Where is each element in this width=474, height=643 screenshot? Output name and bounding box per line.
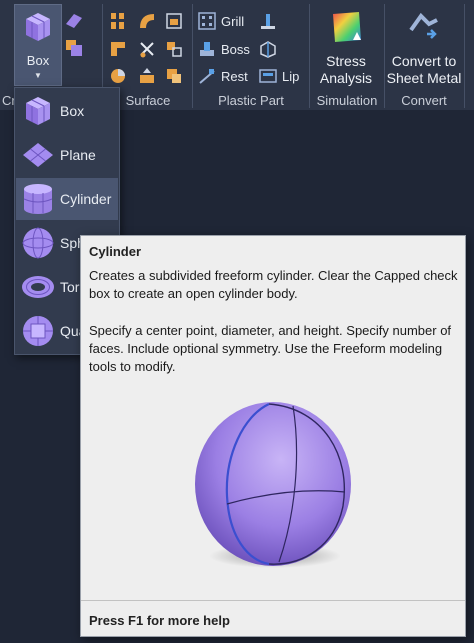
grill-icon	[198, 12, 216, 30]
rib-icon[interactable]	[259, 12, 277, 30]
box-button[interactable]: Box ▼	[14, 4, 62, 86]
boss-label: Boss	[221, 41, 250, 57]
cylinder-tooltip: Cylinder Creates a subdivided freeform c…	[80, 235, 466, 637]
menu-item-box[interactable]: Box	[16, 90, 118, 132]
grill-button[interactable]: Grill	[198, 12, 244, 30]
tooltip-title: Cylinder	[89, 244, 142, 259]
torus-icon	[22, 276, 54, 298]
sweep-icon[interactable]	[165, 12, 183, 30]
tooltip-help-hint: Press F1 for more help	[89, 613, 230, 628]
lip-label: Lip	[282, 68, 300, 84]
convert-panel-label: Convert	[401, 93, 447, 108]
tooltip-description: Creates a subdivided freeform cylinder. …	[89, 268, 458, 301]
box-icon	[26, 13, 50, 41]
cylinder-icon	[23, 184, 53, 214]
shell-icon[interactable]	[259, 40, 277, 58]
trim-icon[interactable]	[138, 40, 156, 58]
extrude-icon[interactable]	[109, 12, 127, 30]
panel-separator	[192, 4, 193, 108]
loft-icon[interactable]	[109, 40, 127, 58]
convert-sheet-metal-button[interactable]: Convert to Sheet Metal	[386, 4, 462, 90]
panel-separator	[464, 4, 465, 108]
sphere-icon	[22, 227, 54, 259]
stress-analysis-label-2: Analysis	[319, 70, 373, 86]
menu-item-label: Box	[60, 103, 85, 119]
offset-icon[interactable]	[138, 67, 156, 85]
convert-label-1: Convert to	[391, 53, 457, 69]
plane-icon	[23, 143, 53, 167]
boss-button[interactable]: Boss	[198, 40, 250, 58]
panel-separator	[384, 4, 385, 108]
tooltip-divider	[81, 600, 465, 601]
lip-icon	[259, 69, 277, 83]
cylinder-preview-illustration	[195, 402, 351, 568]
sheet-metal-icon	[409, 12, 438, 39]
stitch-icon[interactable]	[165, 40, 183, 58]
rest-button[interactable]: Rest	[198, 67, 248, 85]
menu-item-label: Plane	[60, 147, 96, 163]
thicken-icon[interactable]	[165, 67, 183, 85]
boss-icon	[200, 42, 214, 56]
rest-icon	[199, 69, 215, 84]
box-button-label: Box	[26, 53, 50, 68]
box-icon	[26, 97, 50, 125]
stress-analysis-label-1: Stress	[326, 53, 366, 69]
tooltip-instructions: Specify a center point, diameter, and he…	[89, 323, 452, 374]
face-icon[interactable]	[64, 10, 84, 30]
grill-label: Grill	[221, 13, 245, 29]
menu-item-label: Cylinder	[60, 191, 112, 207]
convert-label-2: Sheet Metal	[386, 70, 462, 86]
stress-analysis-button[interactable]: Stress Analysis	[312, 4, 380, 90]
stress-analysis-icon	[333, 12, 361, 42]
patch-icon[interactable]	[109, 67, 127, 85]
rest-label: Rest	[221, 68, 248, 84]
lip-button[interactable]: Lip	[259, 67, 299, 85]
menu-item-cylinder[interactable]: Cylinder	[16, 178, 118, 220]
merge-icon[interactable]	[64, 38, 84, 58]
quadball-icon	[23, 316, 53, 346]
revolve-icon[interactable]	[138, 12, 156, 30]
plastic-part-panel-label: Plastic Part	[218, 93, 284, 108]
simulation-panel-label: Simulation	[316, 93, 378, 108]
chevron-down-icon: ▼	[34, 71, 42, 80]
menu-item-plane[interactable]: Plane	[16, 134, 118, 176]
